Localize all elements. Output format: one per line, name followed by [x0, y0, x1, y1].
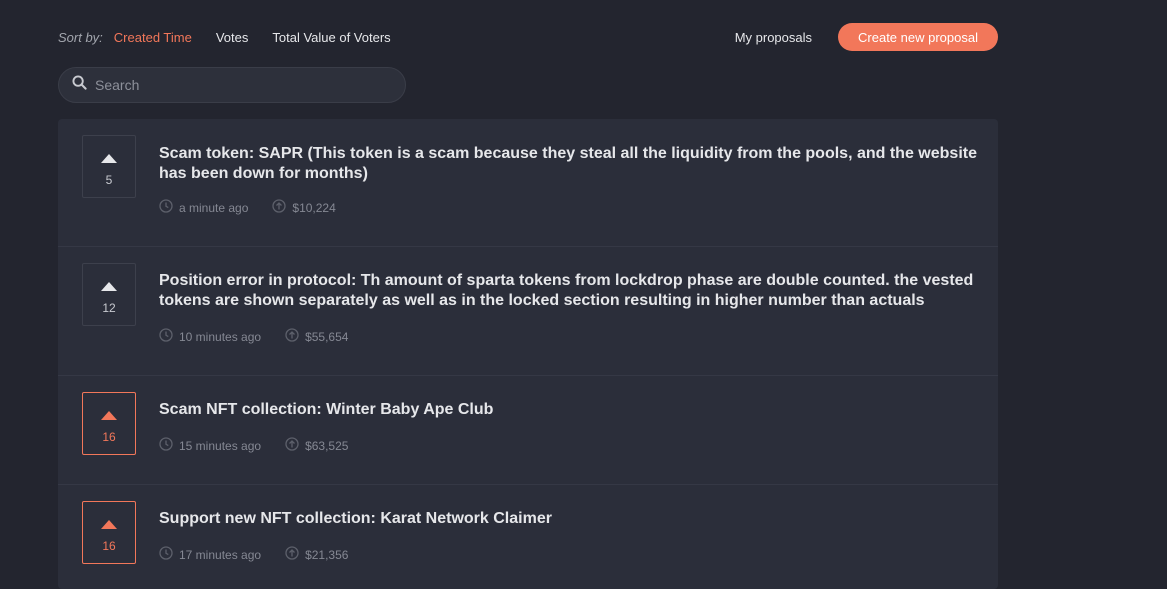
search-icon	[72, 75, 87, 95]
value-icon	[285, 328, 305, 345]
proposal-value: $63,525	[305, 438, 349, 453]
upvote-button[interactable]: 16	[82, 501, 136, 564]
upvote-button[interactable]: 16	[82, 392, 136, 455]
proposal-time: 10 minutes ago	[179, 329, 262, 344]
value-icon	[285, 437, 305, 454]
proposal-item: 16 Scam NFT collection: Winter Baby Ape …	[58, 376, 998, 485]
proposal-meta: 10 minutes ago $55,654	[159, 328, 348, 345]
clock-icon	[159, 546, 179, 563]
clock-icon	[159, 328, 179, 345]
upvote-arrow-icon	[101, 520, 117, 529]
upvote-arrow-icon	[101, 154, 117, 163]
create-proposal-button[interactable]: Create new proposal	[838, 23, 998, 51]
proposal-list: 5 Scam token: SAPR (This token is a scam…	[58, 119, 998, 589]
proposal-meta: 15 minutes ago $63,525	[159, 437, 348, 454]
proposal-meta: a minute ago $10,224	[159, 199, 336, 216]
toolbar: Sort by: Created Time Votes Total Value …	[58, 23, 998, 51]
proposal-item: 16 Support new NFT collection: Karat Net…	[58, 485, 998, 589]
search-input[interactable]	[95, 77, 395, 93]
clock-icon	[159, 199, 179, 216]
my-proposals-link[interactable]: My proposals	[735, 30, 812, 45]
proposal-meta: 17 minutes ago $21,356	[159, 546, 348, 563]
vote-count: 5	[105, 173, 113, 187]
upvote-button[interactable]: 12	[82, 263, 136, 326]
sort-option-total-value[interactable]: Total Value of Voters	[272, 30, 390, 45]
proposal-value: $55,654	[305, 329, 349, 344]
proposal-time: 15 minutes ago	[179, 438, 262, 453]
proposal-item: 5 Scam token: SAPR (This token is a scam…	[58, 119, 998, 247]
proposal-title[interactable]: Scam NFT collection: Winter Baby Ape Clu…	[159, 400, 979, 420]
proposal-title[interactable]: Support new NFT collection: Karat Networ…	[159, 509, 979, 529]
clock-icon	[159, 437, 179, 454]
value-icon	[285, 546, 305, 563]
proposal-value: $21,356	[305, 547, 349, 562]
vote-count: 16	[102, 539, 116, 553]
upvote-arrow-icon	[101, 282, 117, 291]
proposal-time: 17 minutes ago	[179, 547, 262, 562]
vote-count: 16	[102, 430, 116, 444]
vote-count: 12	[102, 301, 116, 315]
proposal-item: 12 Position error in protocol: Th amount…	[58, 247, 998, 376]
search-box[interactable]	[58, 67, 406, 103]
sort-option-votes[interactable]: Votes	[216, 30, 249, 45]
upvote-button[interactable]: 5	[82, 135, 136, 198]
proposal-title[interactable]: Scam token: SAPR (This token is a scam b…	[159, 144, 979, 183]
proposal-title[interactable]: Position error in protocol: Th amount of…	[159, 271, 979, 310]
proposal-value: $10,224	[292, 200, 336, 215]
proposal-time: a minute ago	[179, 200, 249, 215]
sort-option-created-time[interactable]: Created Time	[114, 30, 192, 45]
value-icon	[272, 199, 292, 216]
upvote-arrow-icon	[101, 411, 117, 420]
sort-label: Sort by:	[58, 29, 103, 45]
